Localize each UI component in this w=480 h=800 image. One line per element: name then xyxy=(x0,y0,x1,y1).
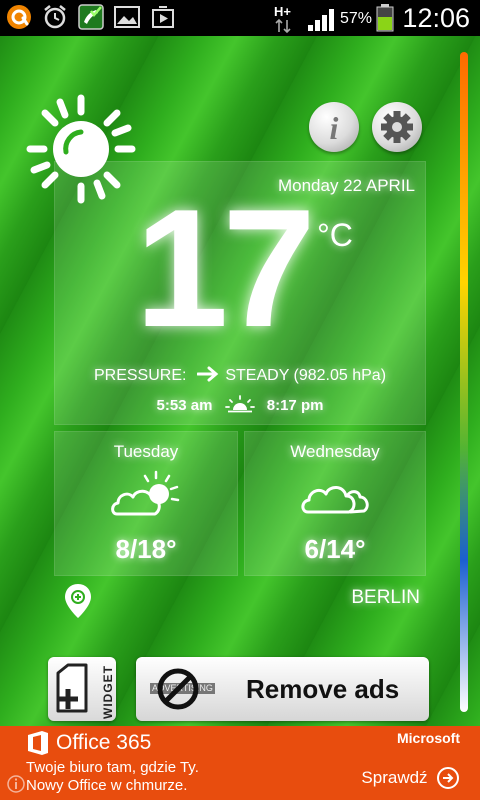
ad-line-2: Nowy Office w chmurze. xyxy=(26,777,188,794)
forecast-temps: 6/14° xyxy=(304,534,366,564)
ad-info-icon[interactable] xyxy=(6,774,26,794)
remove-ads-button[interactable]: ADVERTISING Remove ads xyxy=(136,657,429,721)
sunrise-sunset-icon xyxy=(224,395,255,413)
city-label: BERLIN xyxy=(351,587,420,608)
widget-label: WIDGET xyxy=(101,665,115,719)
ad-banner[interactable]: Office 365 Microsoft Twoje biuro tam, gd… xyxy=(0,726,480,800)
current-temperature: 17 xyxy=(135,174,316,362)
sunset-time: 8:17 pm xyxy=(266,397,324,414)
phone-check-icon xyxy=(78,4,104,30)
no-ads-icon xyxy=(157,668,199,710)
play-store-icon xyxy=(152,6,174,28)
scrollbar[interactable] xyxy=(460,52,468,712)
status-bar: H+ 57% 12:06 xyxy=(0,0,480,36)
pressure-value: STEADY (982.05 hPa) xyxy=(225,367,387,384)
forecast-day: Tuesday xyxy=(113,442,179,461)
partly-sunny-cloud-icon xyxy=(111,470,180,516)
info-button[interactable]: i xyxy=(309,102,359,152)
arrow-right-icon xyxy=(196,366,219,382)
forecast-card-tuesday[interactable]: Tuesday 8/18° xyxy=(54,431,238,576)
info-icon: i xyxy=(330,110,339,146)
network-type: H+ xyxy=(274,4,291,19)
temperature-unit: °C xyxy=(317,217,353,253)
battery-icon xyxy=(376,4,394,32)
data-arrows-icon xyxy=(275,19,291,33)
arrow-circle-icon xyxy=(437,767,459,789)
sunrise-time: 5:53 am xyxy=(156,397,213,414)
sun-times-row: 5:53 am 8:17 pm xyxy=(55,395,425,414)
add-widget-button[interactable]: WIDGET xyxy=(48,657,116,721)
cloud-icon xyxy=(301,486,369,514)
ad-line-1: Twoje biuro tam, gdzie Ty. xyxy=(26,759,199,776)
gallery-icon xyxy=(114,6,140,28)
settings-button[interactable] xyxy=(372,102,422,152)
avast-icon xyxy=(7,5,31,29)
svg-text:i: i xyxy=(330,110,339,146)
ad-brand: Office 365 xyxy=(56,731,152,754)
current-weather-panel: Monday 22 APRIL 17 °C PRESSURE: STEADY (… xyxy=(54,161,426,425)
forecast-card-wednesday[interactable]: Wednesday 6/14° xyxy=(244,431,426,576)
pressure-label: PRESSURE: xyxy=(93,367,187,384)
alarm-clock-icon xyxy=(44,5,66,29)
office-logo-icon xyxy=(28,731,48,755)
pressure-row: PRESSURE: STEADY (982.05 hPa) xyxy=(55,366,425,385)
ad-vendor: Microsoft xyxy=(397,730,460,746)
forecast-day: Wednesday xyxy=(290,442,380,461)
location-pin-icon[interactable] xyxy=(64,583,92,619)
battery-percent: 57% xyxy=(340,10,373,27)
ad-cta-label: Sprawdź xyxy=(361,768,428,787)
add-widget-icon xyxy=(56,663,88,713)
forecast-temps: 8/18° xyxy=(115,534,177,564)
weather-screen: i Monday 22 APRIL 17 °C PRESSURE: STEADY… xyxy=(0,36,480,726)
gear-icon xyxy=(381,111,413,143)
status-clock: 12:06 xyxy=(402,3,470,33)
signal-icon xyxy=(308,9,334,31)
remove-ads-label: Remove ads xyxy=(246,674,400,704)
ad-cta[interactable]: Sprawdź xyxy=(361,766,460,790)
